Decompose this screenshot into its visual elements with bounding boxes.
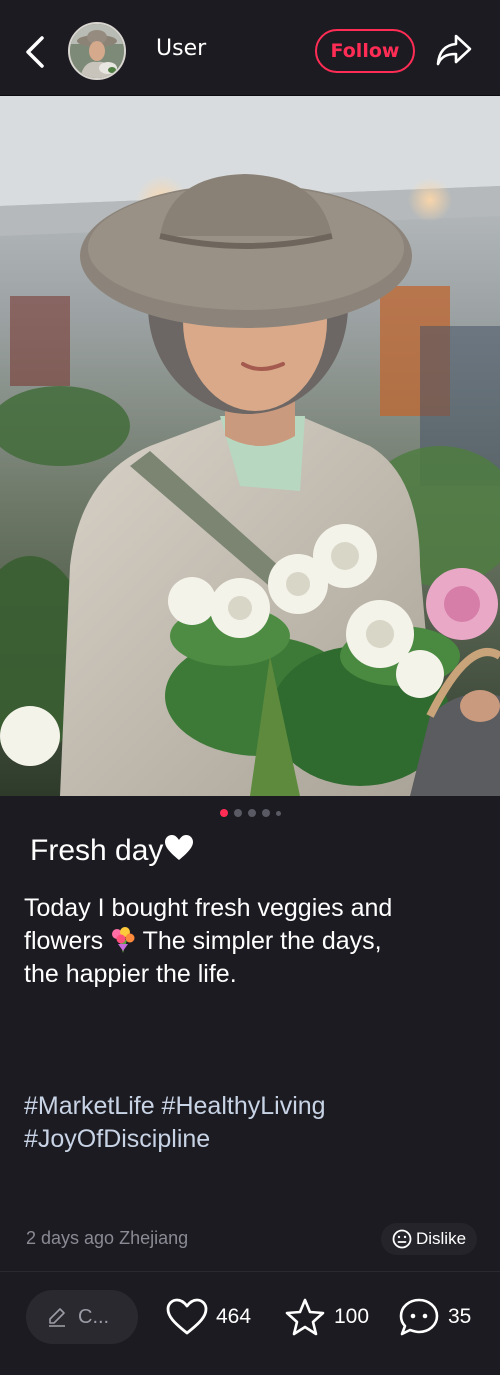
comment-count: 35: [448, 1305, 472, 1328]
post-body-line: Today I bought fresh veggies and: [24, 894, 393, 922]
like-button[interactable]: 464: [166, 1296, 251, 1338]
bouquet-icon: [112, 927, 135, 953]
heart-icon: [166, 1298, 208, 1335]
gallery-dot-active[interactable]: [219, 809, 228, 817]
post-image[interactable]: [0, 96, 500, 796]
hashtags: #MarketLife #HealthyLiving #JoyOfDiscipl…: [24, 1090, 474, 1156]
bottom-action-bar: C... 464 100 35: [0, 1271, 500, 1375]
share-icon[interactable]: [434, 32, 474, 68]
post-title-text: Fresh day: [30, 834, 164, 867]
post-title: Fresh day: [30, 834, 194, 868]
gallery-dot[interactable]: [275, 810, 281, 816]
avatar[interactable]: [68, 22, 126, 80]
favorite-count: 100: [334, 1305, 370, 1328]
username[interactable]: User: [156, 36, 206, 61]
dislike-button[interactable]: Dislike: [381, 1223, 477, 1255]
like-count: 464: [216, 1305, 252, 1328]
back-arrow-icon[interactable]: [22, 32, 50, 72]
gallery-dot[interactable]: [233, 809, 242, 817]
top-bar: User Follow: [0, 0, 500, 96]
post-body-text: The simpler the days,: [136, 927, 382, 955]
comment-input[interactable]: C...: [26, 1290, 138, 1344]
star-icon: [285, 1298, 325, 1336]
post-body-text: flowers: [24, 927, 104, 955]
comment-placeholder: C...: [78, 1305, 110, 1328]
gallery-dot[interactable]: [247, 809, 256, 817]
avatar-image: [70, 24, 124, 78]
comment-button[interactable]: 35: [398, 1296, 471, 1338]
dislike-label: Dislike: [415, 1229, 467, 1248]
post-photo: [0, 96, 500, 796]
hashtag-line[interactable]: #JoyOfDiscipline: [24, 1123, 474, 1156]
post-meta: 2 days ago Zhejiang: [26, 1228, 189, 1248]
chat-bubble-icon: [399, 1298, 439, 1336]
gallery-pagination: [0, 808, 500, 818]
favorite-button[interactable]: 100: [284, 1296, 369, 1338]
post-body-line: the happier the life.: [24, 960, 237, 988]
post-body-line: flowers The simpler the days,: [24, 925, 474, 958]
hashtag-line[interactable]: #MarketLife #HealthyLiving: [24, 1090, 474, 1123]
pencil-icon: [49, 1308, 65, 1327]
white-heart-icon: [165, 835, 194, 860]
post-body: Today I bought fresh veggies and flowers…: [24, 892, 474, 991]
follow-button[interactable]: Follow: [315, 29, 415, 73]
neutral-face-icon: [392, 1229, 412, 1249]
gallery-dot[interactable]: [261, 809, 270, 817]
